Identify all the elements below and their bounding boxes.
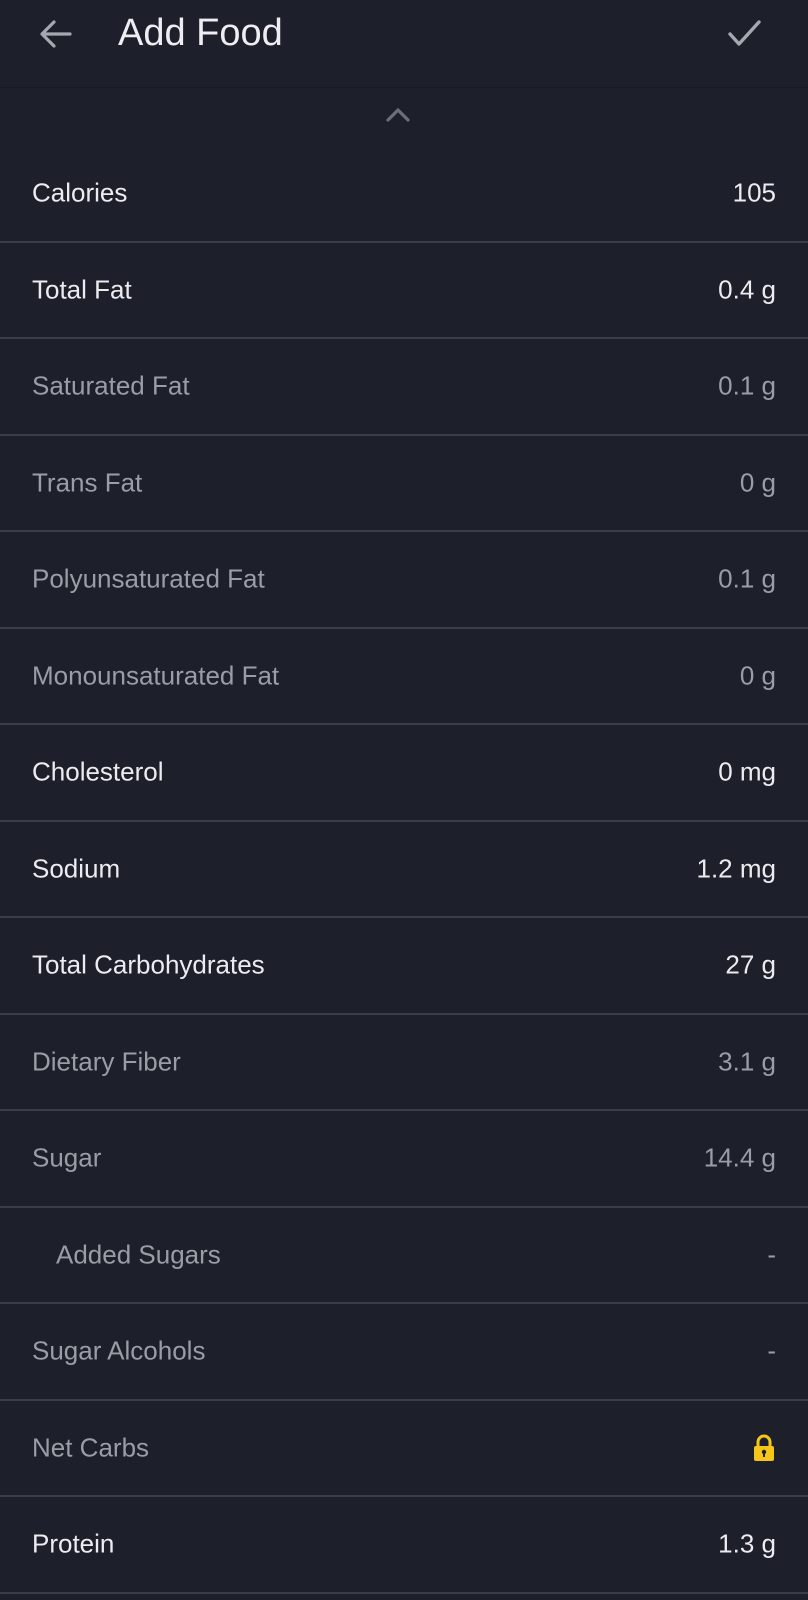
lock-icon[interactable] (752, 1434, 776, 1462)
nutrient-value: 0 mg (718, 756, 776, 787)
nutrient-value: 1.2 mg (696, 853, 777, 884)
nutrient-value: 0.1 g (718, 370, 776, 401)
nutrient-value: 0.1 g (718, 563, 776, 594)
nutrient-value: 27 g (725, 949, 776, 980)
nutrient-label: Cholesterol (32, 756, 164, 787)
nutrient-label: Sodium (32, 853, 121, 884)
nutrient-row[interactable]: Total Carbohydrates 27 g (0, 918, 808, 1015)
nutrient-label: Net Carbs (32, 1432, 150, 1463)
app-bar: Add Food (0, 0, 808, 88)
nutrient-value: 14.4 g (703, 1142, 776, 1173)
nutrient-label: Polyunsaturated Fat (32, 563, 265, 594)
nutrient-value: 0 g (739, 660, 776, 691)
nutrient-value: 105 (732, 177, 776, 208)
nutrient-value: 0.4 g (718, 274, 776, 305)
nutrient-row[interactable]: Sugar 14.4 g (0, 1111, 808, 1208)
nutrient-value: 0 g (739, 467, 776, 498)
nutrient-row[interactable]: Polyunsaturated Fat 0.1 g (0, 532, 808, 629)
arrow-left-icon[interactable] (36, 14, 76, 54)
nutrient-row[interactable]: Protein 1.3 g (0, 1497, 808, 1594)
nutrient-label: Sugar (32, 1142, 102, 1173)
nutrient-label: Sugar Alcohols (32, 1335, 206, 1366)
checkmark-icon[interactable] (724, 14, 764, 54)
nutrient-row[interactable]: Sodium 1.2 mg (0, 822, 808, 918)
nutrient-row[interactable]: Saturated Fat 0.1 g (0, 339, 808, 436)
nutrient-row[interactable]: Net Carbs (0, 1401, 808, 1497)
nutrient-value: - (767, 1335, 776, 1366)
nutrient-label: Added Sugars (56, 1239, 221, 1270)
nutrient-list: Calories 105 Total Fat 0.4 g Saturated Fat 0.… (0, 146, 808, 1594)
nutrient-value: 3.1 g (718, 1046, 776, 1077)
nutrient-row[interactable]: Trans Fat 0 g (0, 436, 808, 532)
nutrient-row[interactable]: Cholesterol 0 mg (0, 725, 808, 822)
nutrient-value: - (767, 1239, 776, 1270)
nutrient-row[interactable]: Sugar Alcohols - (0, 1304, 808, 1401)
page-title: Add Food (118, 12, 283, 54)
nutrient-row[interactable]: Monounsaturated Fat 0 g (0, 629, 808, 725)
nutrient-row[interactable]: Calories 105 (0, 146, 808, 243)
nutrient-label: Total Carbohydrates (32, 949, 265, 980)
nutrient-label: Dietary Fiber (32, 1046, 181, 1077)
nutrient-label: Trans Fat (32, 467, 143, 498)
nutrient-label: Saturated Fat (32, 370, 190, 401)
nutrient-row[interactable]: Dietary Fiber 3.1 g (0, 1015, 808, 1111)
nutrient-value: 1.3 g (718, 1528, 776, 1559)
nutrient-label: Protein (32, 1528, 115, 1559)
nutrient-label: Monounsaturated Fat (32, 660, 280, 691)
nutrient-label: Calories (32, 177, 128, 208)
nutrient-row[interactable]: Total Fat 0.4 g (0, 243, 808, 339)
nutrient-label: Total Fat (32, 274, 132, 305)
chevron-up-icon[interactable] (384, 104, 412, 126)
nutrient-row[interactable]: Added Sugars - (0, 1208, 808, 1304)
